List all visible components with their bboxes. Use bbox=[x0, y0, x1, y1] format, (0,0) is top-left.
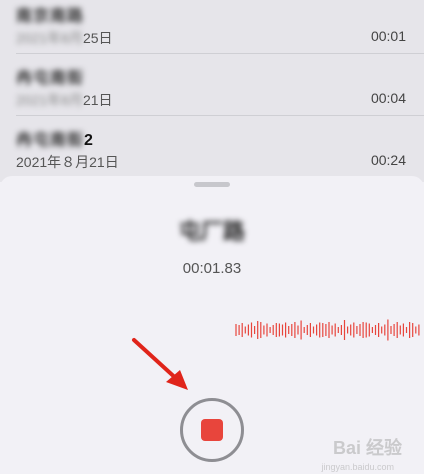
recording-date: 2021年8月21日 bbox=[16, 92, 113, 108]
stop-icon bbox=[201, 419, 223, 441]
recording-name: 南京南路 bbox=[16, 8, 85, 25]
recording-title: 屯厂路 bbox=[178, 219, 245, 244]
recording-sheet: 屯厂路 00:01.83 bbox=[0, 176, 424, 474]
recording-elapsed-time: 00:01.83 bbox=[182, 260, 242, 277]
list-item[interactable]: 冉屯南街 2021年8月21日 00:04 bbox=[0, 54, 424, 116]
recording-duration: 00:01 bbox=[370, 28, 406, 44]
recording-name: 冉屯南街 bbox=[16, 70, 85, 87]
stop-recording-button[interactable] bbox=[180, 398, 244, 462]
recording-date: 2021年8月25日 bbox=[16, 30, 113, 46]
recordings-list: 南京南路 2021年8月25日 00:01 冉屯南街 2021年8月21日 00… bbox=[0, 0, 424, 182]
waveform bbox=[235, 319, 420, 341]
list-item[interactable]: 冉屯南街2 2021年８月21日 00:24 bbox=[0, 116, 424, 178]
recording-date: 2021年８月21日 bbox=[16, 154, 119, 170]
recording-duration: 00:04 bbox=[370, 90, 406, 106]
watermark-logo: Bai 经验 bbox=[332, 438, 402, 458]
sheet-grabber[interactable] bbox=[194, 182, 230, 187]
recording-name: 冉屯南街2 bbox=[16, 132, 94, 149]
list-item[interactable]: 南京南路 2021年8月25日 00:01 bbox=[0, 0, 424, 54]
recording-duration: 00:24 bbox=[370, 152, 406, 168]
annotation-arrow-icon bbox=[132, 338, 188, 390]
watermark-url: jingyan.baidu.com bbox=[321, 462, 394, 472]
